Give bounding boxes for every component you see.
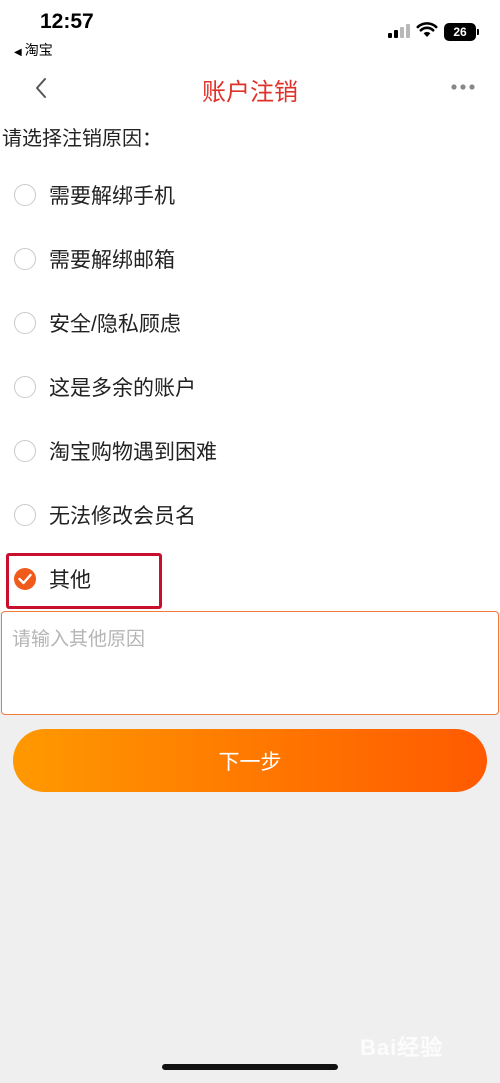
option-security-privacy[interactable]: 安全/隐私顾虑 xyxy=(14,303,484,343)
radio-unchecked-icon[interactable] xyxy=(14,312,36,334)
back-to-app-link[interactable]: ◀ 淘宝 xyxy=(14,40,53,60)
status-time: 12:57 xyxy=(40,10,94,33)
option-redundant-account[interactable]: 这是多余的账户 xyxy=(14,367,484,407)
wifi-icon xyxy=(416,22,438,37)
battery-indicator: 26 xyxy=(444,23,476,41)
reason-prompt: 请选择注销原因： xyxy=(2,128,162,150)
option-label: 这是多余的账户 xyxy=(49,377,196,400)
watermark-logo: Bai经验 xyxy=(360,1035,444,1060)
option-shopping-difficulty[interactable]: 淘宝购物遇到困难 xyxy=(14,431,484,471)
home-indicator[interactable] xyxy=(162,1064,338,1070)
radio-unchecked-icon[interactable] xyxy=(14,504,36,526)
option-label: 无法修改会员名 xyxy=(49,505,196,528)
option-cannot-change-name[interactable]: 无法修改会员名 xyxy=(14,495,484,535)
option-label: 需要解绑邮箱 xyxy=(49,249,175,272)
other-reason-input[interactable] xyxy=(1,611,499,715)
back-app-label: 淘宝 xyxy=(24,42,53,58)
radio-unchecked-icon[interactable] xyxy=(14,184,36,206)
annotation-highlight-box xyxy=(6,553,162,609)
page-title: 账户注销 xyxy=(202,79,298,106)
cellular-signal-icon xyxy=(388,24,410,38)
radio-unchecked-icon[interactable] xyxy=(14,376,36,398)
back-triangle-icon: ◀ xyxy=(14,47,22,58)
radio-unchecked-icon[interactable] xyxy=(14,248,36,270)
radio-unchecked-icon[interactable] xyxy=(14,440,36,462)
option-unbind-phone[interactable]: 需要解绑手机 xyxy=(14,175,484,215)
option-unbind-email[interactable]: 需要解绑邮箱 xyxy=(14,239,484,279)
more-dots-icon[interactable] xyxy=(450,82,476,92)
option-label: 需要解绑手机 xyxy=(49,185,175,208)
next-step-button[interactable]: 下一步 xyxy=(13,729,487,792)
option-label: 淘宝购物遇到困难 xyxy=(49,441,217,464)
option-label: 安全/隐私顾虑 xyxy=(49,313,181,336)
battery-tip xyxy=(477,29,479,35)
